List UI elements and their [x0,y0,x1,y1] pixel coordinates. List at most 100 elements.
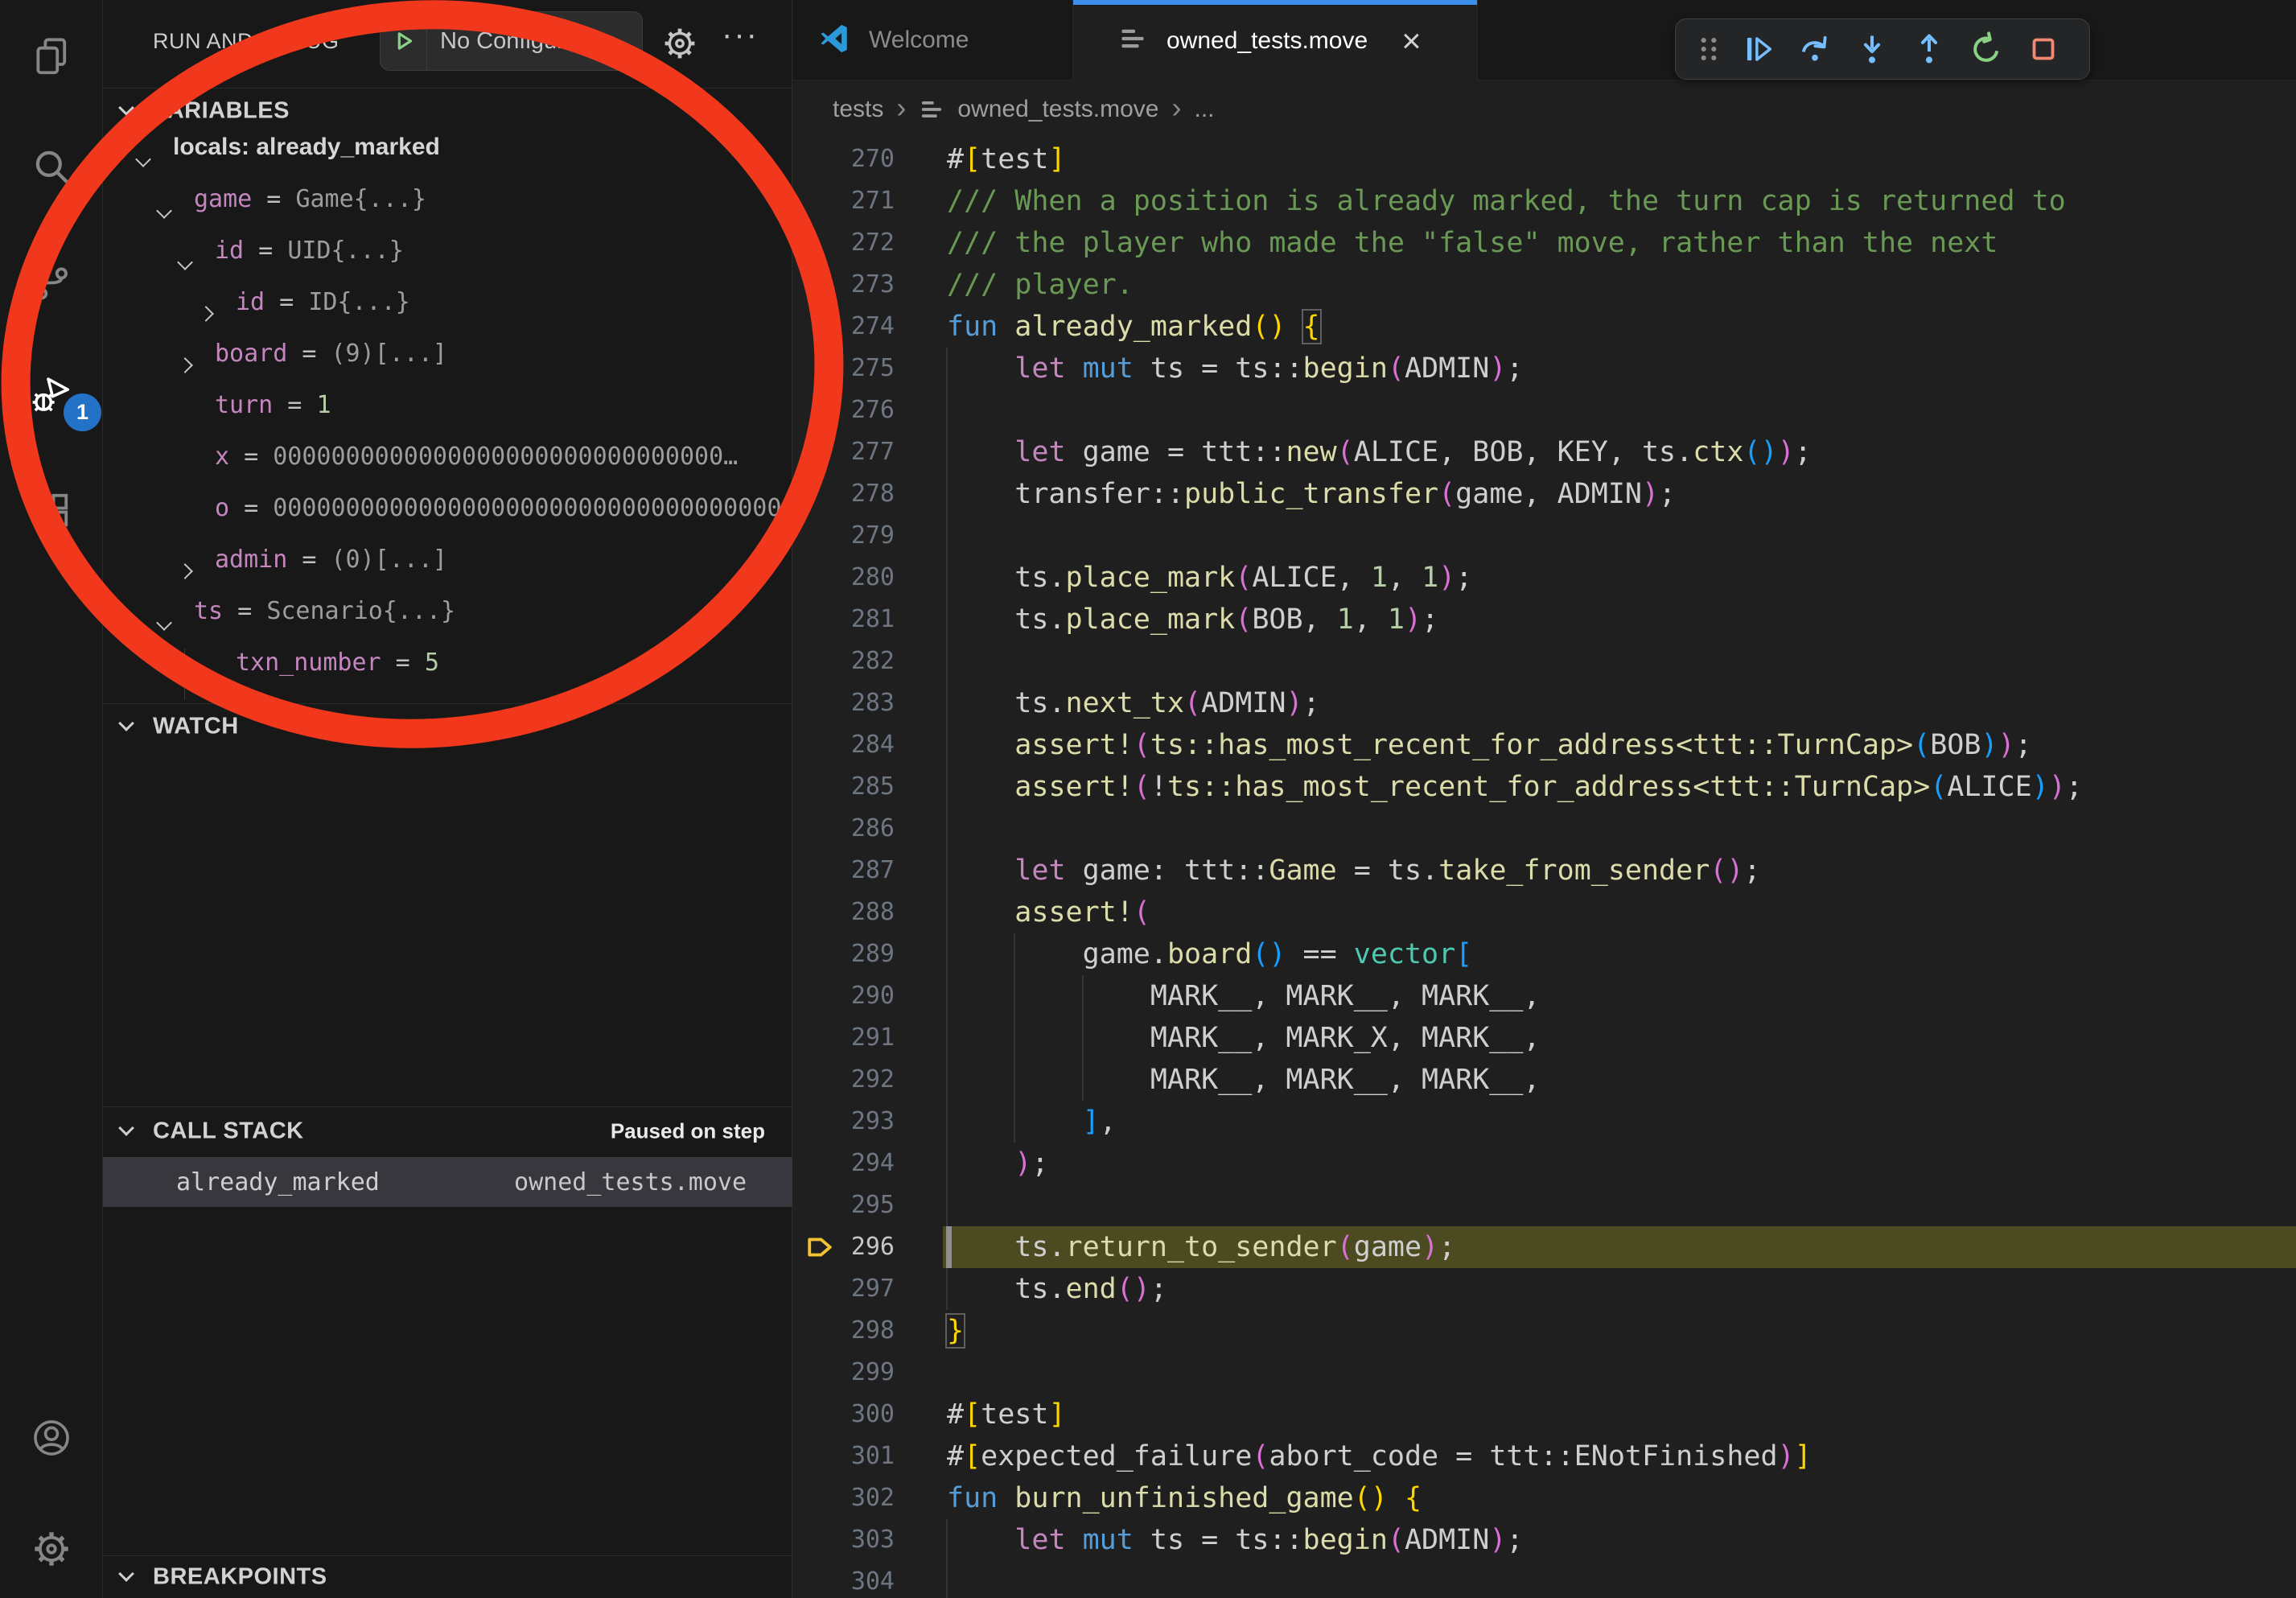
line-text[interactable]: MARK__, MARK__, MARK__, [947,1059,1541,1101]
code-line[interactable]: 282 [793,640,2296,682]
line-number[interactable]: 283 [825,682,895,724]
line-text[interactable]: #[test] [947,138,1066,180]
call-stack-frame[interactable]: already_markedowned_tests.move [103,1157,792,1207]
line-text[interactable]: ts.return_to_sender(game); [947,1226,1455,1268]
code-line[interactable]: 287 let game: ttt::Game = ts.take_from_s… [793,850,2296,892]
code-line[interactable]: 286 [793,808,2296,850]
line-text[interactable]: assert!(ts::has_most_recent_for_address<… [947,724,2032,766]
step-out-button[interactable] [1911,31,1948,68]
line-text[interactable]: fun burn_unfinished_game() { [947,1477,1422,1519]
variable-row[interactable]: o = 000000000000000000000000000000000000… [103,494,792,546]
line-number[interactable]: 294 [825,1143,895,1184]
line-number[interactable]: 277 [825,431,895,473]
line-text[interactable]: let mut ts = ts::begin(ADMIN); [947,348,1523,389]
breadcrumb-item[interactable]: tests [833,96,883,123]
line-number[interactable]: 293 [825,1101,895,1143]
line-text[interactable]: /// player. [947,264,1134,306]
line-text[interactable]: #[test] [947,1394,1066,1435]
variable-row[interactable]: ts = Scenario{...} [103,597,792,649]
breadcrumb-item[interactable]: owned_tests.move [957,96,1158,123]
code-line[interactable]: 288 assert!( [793,892,2296,933]
chevron-down-icon[interactable] [156,203,172,219]
code-line[interactable]: 281 ts.place_mark(BOB, 1, 1); [793,599,2296,640]
settings-gear-icon[interactable] [30,1527,73,1571]
code-line[interactable]: 304 [793,1561,2296,1598]
variable-row[interactable]: id = UID{...} [103,237,792,288]
line-number[interactable]: 295 [825,1184,895,1226]
line-text[interactable]: ts.place_mark(ALICE, 1, 1); [947,557,1472,599]
line-text[interactable]: ], [947,1101,1117,1143]
code-line[interactable]: 273 /// player. [793,264,2296,306]
chevron-right-icon[interactable] [177,357,193,373]
chevron-down-icon[interactable] [156,615,172,631]
more-actions-icon[interactable]: ··· [716,13,764,61]
line-text[interactable]: fun already_marked() { [947,306,1320,348]
line-number[interactable]: 285 [825,766,895,808]
variable-row[interactable]: game = Game{...} [103,185,792,237]
code-line[interactable]: 293 ], [793,1101,2296,1143]
line-text[interactable]: } [947,1310,964,1352]
line-text[interactable]: assert!(!ts::has_most_recent_for_address… [947,766,2083,808]
code-line[interactable]: 298} [793,1310,2296,1352]
code-line[interactable]: 290 MARK__, MARK__, MARK__, [793,975,2296,1017]
current-debug-line[interactable]: 296 ts.return_to_sender(game); [793,1226,2296,1268]
variable-row[interactable]: txn_number = 5 [103,649,792,700]
code-line[interactable]: 302 fun burn_unfinished_game() { [793,1477,2296,1519]
code-line[interactable]: 294 ); [793,1143,2296,1184]
code-line[interactable]: 295 [793,1184,2296,1226]
variable-row[interactable]: id = ID{...} [103,288,792,340]
chevron-right-icon[interactable] [177,563,193,579]
line-number[interactable]: 292 [825,1059,895,1101]
code-line[interactable]: 289 game.board() == vector[ [793,933,2296,975]
code-line[interactable]: 300 #[test] [793,1394,2296,1435]
line-number[interactable]: 297 [825,1268,895,1310]
line-number[interactable]: 280 [825,557,895,599]
code-line[interactable]: 285 assert!(!ts::has_most_recent_for_add… [793,766,2296,808]
variable-row[interactable]: x = 0000000000000000000000000000000… [103,443,792,494]
code-line[interactable]: 303 let mut ts = ts::begin(ADMIN); [793,1519,2296,1561]
code-line[interactable]: 299 [793,1352,2296,1394]
code-line[interactable]: 270#[test] [793,138,2296,180]
line-number[interactable]: 281 [825,599,895,640]
debug-settings-gear-icon[interactable] [660,24,699,63]
line-number[interactable]: 290 [825,975,895,1017]
line-number[interactable]: 296 [825,1226,895,1268]
line-text[interactable]: assert!( [947,892,1150,933]
line-number[interactable]: 284 [825,724,895,766]
restart-button[interactable] [1968,31,2005,68]
line-number[interactable]: 291 [825,1017,895,1059]
line-number[interactable]: 272 [825,222,895,264]
code-line[interactable]: 297 ts.end(); [793,1268,2296,1310]
line-number[interactable]: 303 [825,1519,895,1561]
stop-button[interactable] [2025,31,2062,68]
breakpoints-pane-header[interactable]: BREAKPOINTS [103,1556,792,1598]
code-line[interactable]: 277 let game = ttt::new(ALICE, BOB, KEY,… [793,431,2296,473]
line-text[interactable]: MARK__, MARK_X, MARK__, [947,1017,1541,1059]
code-line[interactable]: 301#[expected_failure(abort_code = ttt::… [793,1435,2296,1477]
code-area[interactable]: 270#[test]271/// When a position is alre… [793,138,2296,1598]
line-number[interactable]: 276 [825,389,895,431]
chevron-down-icon[interactable] [135,151,151,167]
line-text[interactable]: transfer::public_transfer(game, ADMIN); [947,473,1676,515]
step-into-button[interactable] [1854,31,1891,68]
tab-welcome[interactable]: Welcome [793,0,1073,80]
line-text[interactable]: ts.next_tx(ADMIN); [947,682,1320,724]
line-text[interactable]: MARK__, MARK__, MARK__, [947,975,1541,1017]
code-line[interactable]: 283 ts.next_tx(ADMIN); [793,682,2296,724]
extensions-icon[interactable] [30,488,73,532]
line-number[interactable]: 274 [825,306,895,348]
code-line[interactable]: 276 [793,389,2296,431]
tab-owned-tests-move[interactable]: owned_tests.move × [1073,0,1478,81]
step-over-button[interactable] [1796,31,1833,68]
line-number[interactable]: 300 [825,1394,895,1435]
line-number[interactable]: 273 [825,264,895,306]
line-number[interactable]: 302 [825,1477,895,1519]
code-line[interactable]: 279 [793,515,2296,557]
line-number[interactable]: 287 [825,850,895,892]
account-icon[interactable] [30,1416,73,1460]
line-text[interactable]: let mut ts = ts::begin(ADMIN); [947,1519,1523,1561]
scope-row[interactable]: locals: already_marked [103,134,792,185]
code-line[interactable]: 284 assert!(ts::has_most_recent_for_addr… [793,724,2296,766]
explorer-icon[interactable] [30,35,73,78]
variable-row[interactable]: board = (9)[...] [103,340,792,391]
